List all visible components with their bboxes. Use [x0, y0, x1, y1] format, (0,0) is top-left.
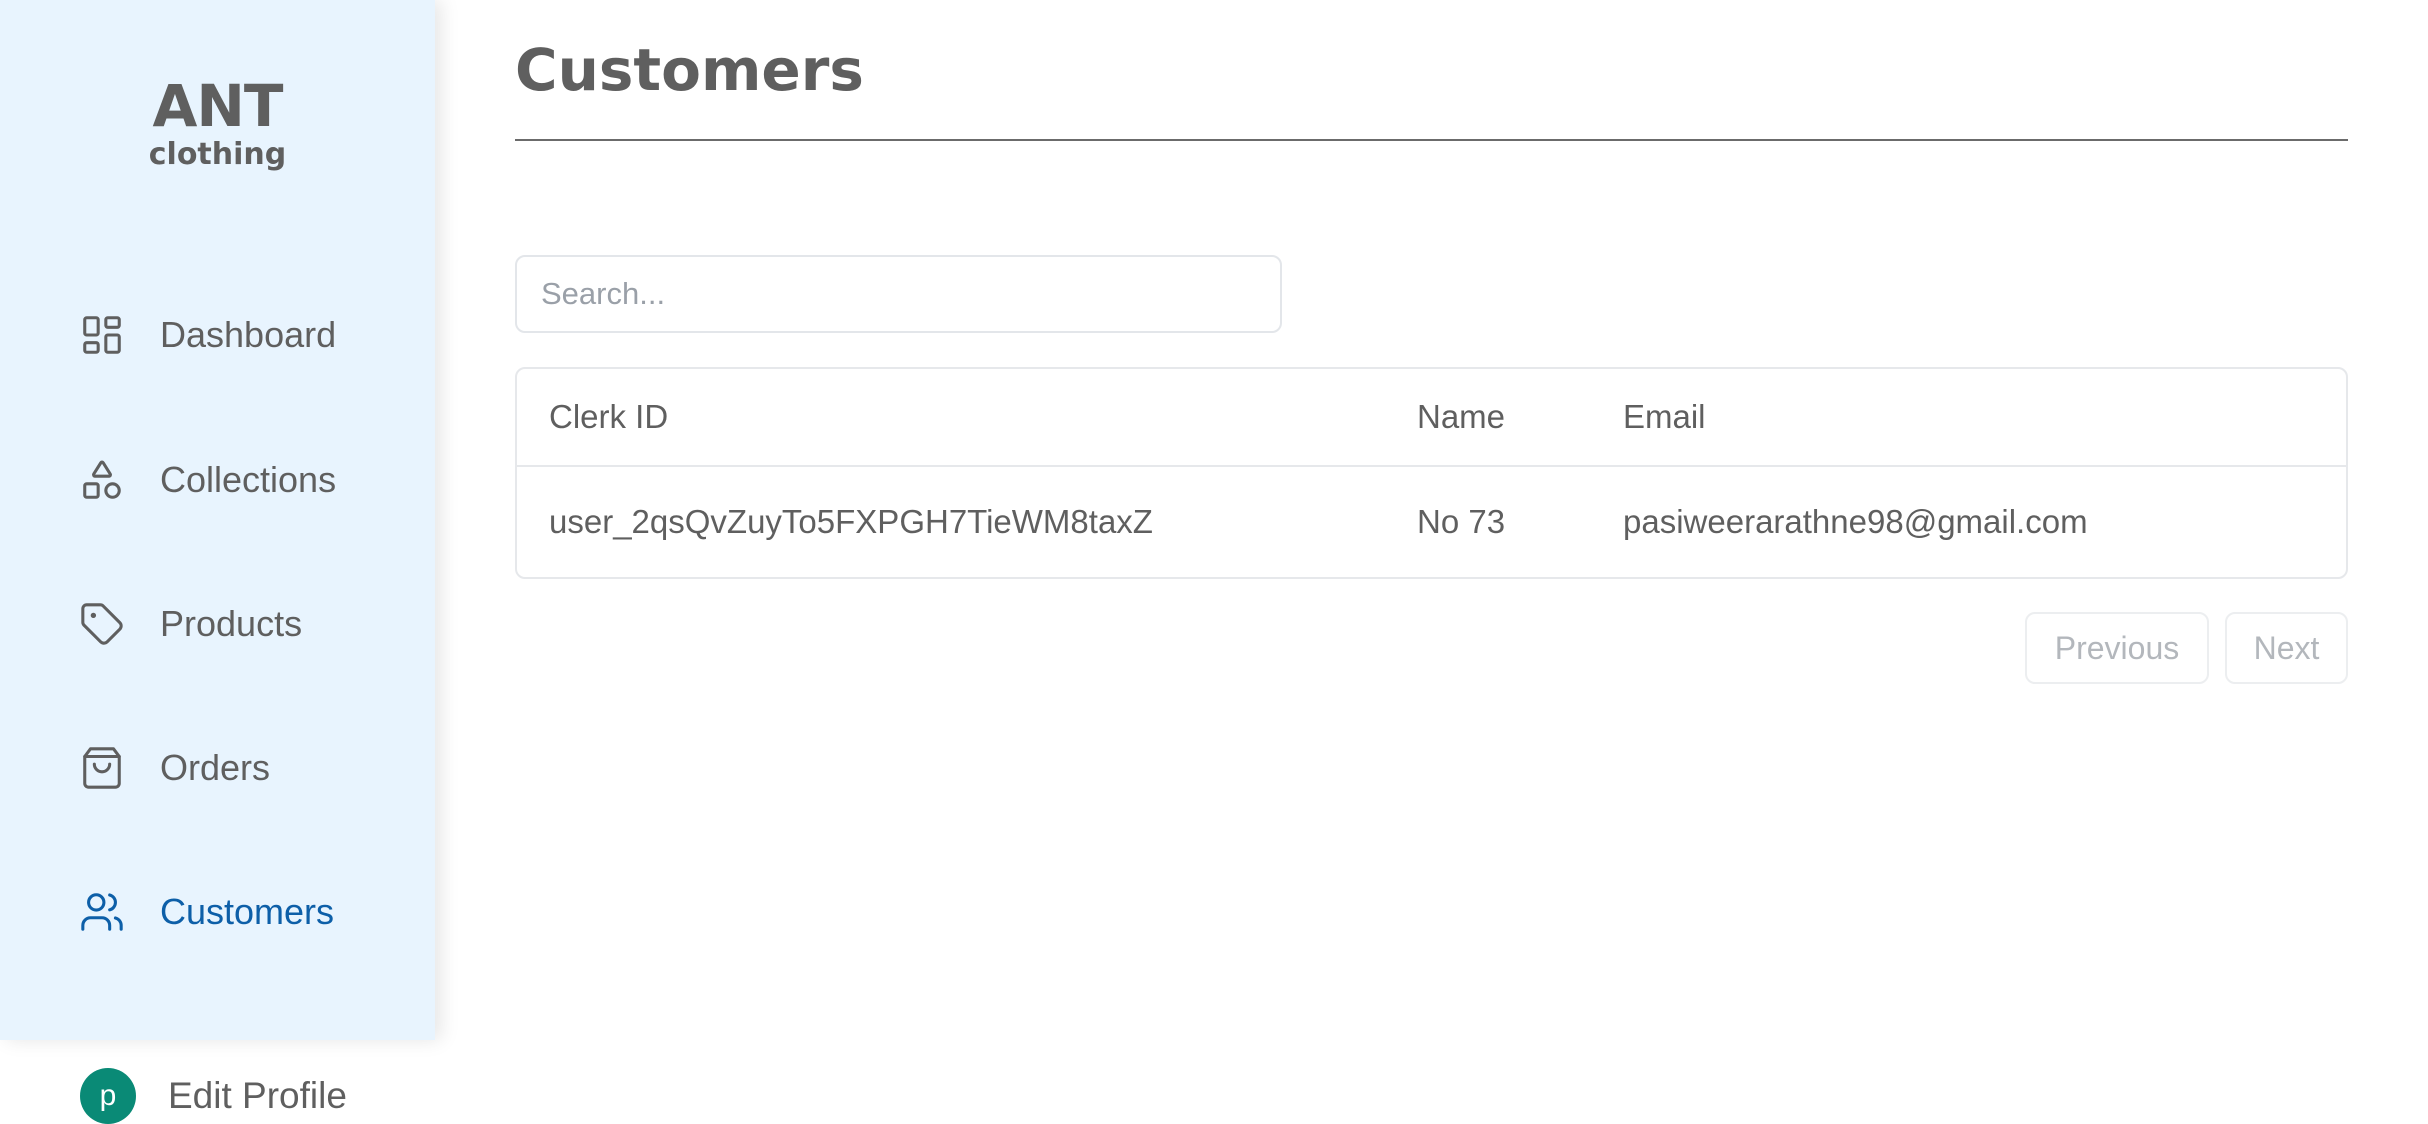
logo[interactable]: ANT clothing [0, 74, 435, 172]
users-icon [78, 888, 126, 936]
table-row[interactable]: user_2qsQvZuyTo5FXPGH7TieWM8taxZ No 73 p… [517, 466, 2346, 577]
sidebar-item-label: Products [160, 603, 303, 644]
edit-profile-button[interactable]: p Edit Profile [80, 1068, 347, 1124]
sidebar: ANT clothing Dashboard Collections Produ… [0, 0, 435, 1040]
sidebar-item-dashboard[interactable]: Dashboard [78, 305, 336, 365]
avatar[interactable]: p [80, 1068, 136, 1124]
shapes-icon [78, 456, 126, 504]
dashboard-icon [78, 311, 126, 359]
tag-icon [78, 600, 126, 648]
title-divider [515, 139, 2348, 141]
search-input[interactable] [515, 255, 1282, 333]
customers-table: Clerk ID Name Email user_2qsQvZuyTo5FXPG… [515, 367, 2348, 579]
logo-title: ANT [152, 72, 284, 140]
cell-email: pasiweerarathne98@gmail.com [1623, 503, 2088, 540]
cell-clerk-id: user_2qsQvZuyTo5FXPGH7TieWM8taxZ [549, 503, 1153, 540]
logo-tagline: clothing [148, 137, 287, 172]
column-header-clerk-id[interactable]: Clerk ID [517, 369, 1417, 466]
page-title: Customers [515, 36, 864, 104]
sidebar-item-label: Orders [160, 747, 271, 788]
sidebar-item-products[interactable]: Products [78, 594, 302, 654]
next-page-button[interactable]: Next [2225, 612, 2348, 684]
column-header-email[interactable]: Email [1623, 369, 2346, 466]
sidebar-item-customers[interactable]: Customers [78, 882, 334, 942]
sidebar-item-collections[interactable]: Collections [78, 450, 336, 510]
sidebar-item-label: Customers [160, 891, 335, 932]
cell-name: No 73 [1417, 503, 1506, 540]
column-header-name[interactable]: Name [1417, 369, 1623, 466]
shopping-bag-icon [78, 744, 126, 792]
table-header-row: Clerk ID Name Email [517, 369, 2346, 466]
edit-profile-label: Edit Profile [168, 1075, 347, 1116]
previous-page-button[interactable]: Previous [2025, 612, 2209, 684]
sidebar-item-orders[interactable]: Orders [78, 738, 270, 798]
sidebar-item-label: Collections [160, 459, 337, 500]
sidebar-item-label: Dashboard [160, 314, 337, 355]
